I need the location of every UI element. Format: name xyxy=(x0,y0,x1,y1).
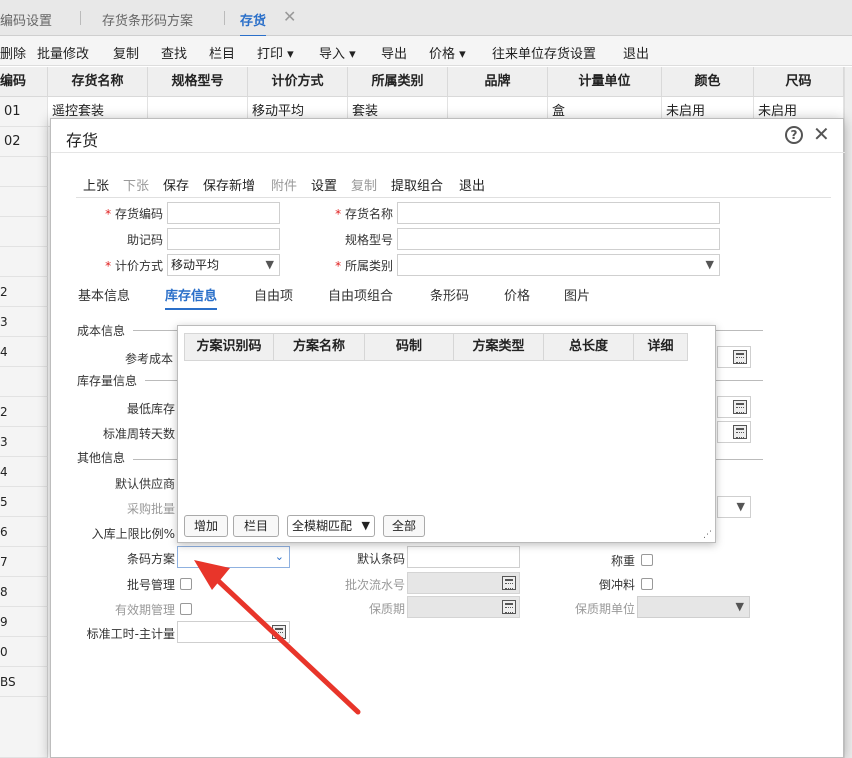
annotation-arrow xyxy=(194,560,361,715)
arrow-shaft xyxy=(209,572,361,715)
